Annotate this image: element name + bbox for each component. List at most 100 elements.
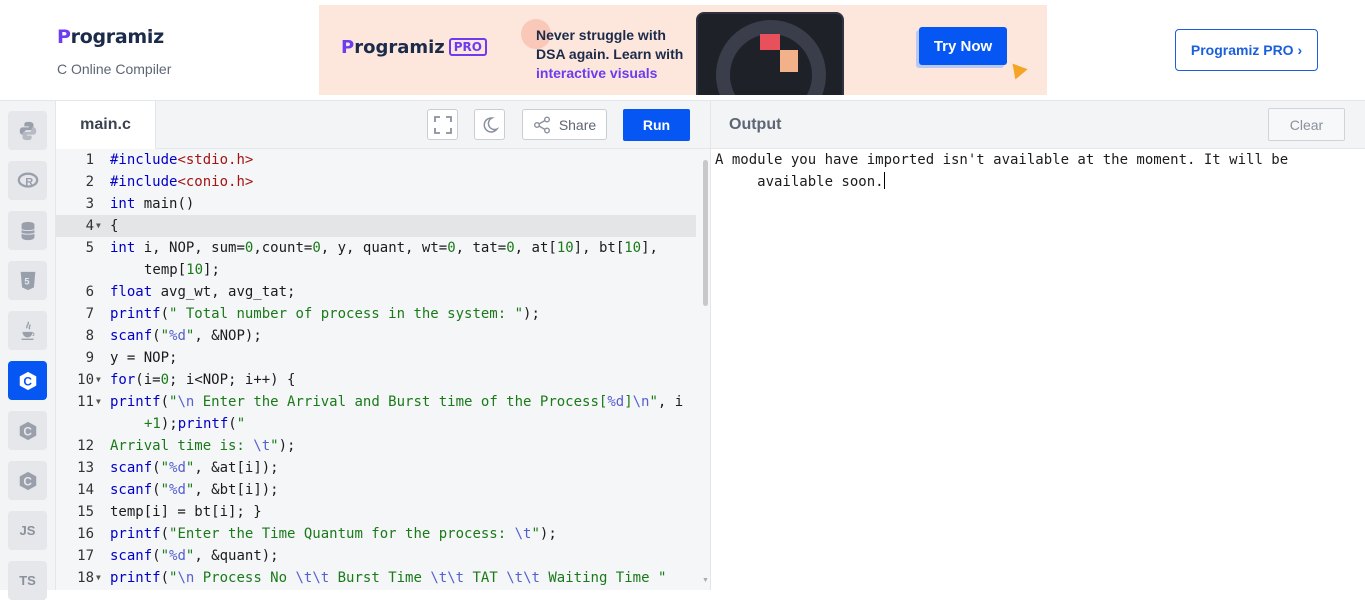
code-line[interactable]: 18 ▼ printf("\n Process No \t\t Burst Time…	[56, 567, 696, 589]
cursor-icon	[1006, 58, 1028, 80]
svg-text:C: C	[23, 374, 32, 388]
line-number: 18	[77, 570, 94, 586]
code-line[interactable]: 10 ▼ for(i=0; i<NOP; i++) {	[56, 369, 696, 391]
fold-arrow-icon[interactable]: ▼	[96, 369, 101, 391]
code-line[interactable]: 13 scanf("%d", &at[i]);	[56, 457, 696, 479]
code-text: int i, NOP, sum=0,count=0, y, quant, wt=…	[110, 240, 658, 256]
output-title: Output	[729, 116, 782, 133]
output-line-2: available soon.	[715, 174, 884, 190]
code-line[interactable]: 11 ▼ printf("\n Enter the Arrival and Burs…	[56, 391, 696, 413]
share-icon	[533, 116, 550, 133]
code-text: temp[i] = bt[i]; }	[110, 504, 262, 520]
theme-toggle-button[interactable]	[474, 109, 505, 140]
banner-line-3: interactive visuals	[536, 65, 658, 81]
cpp-icon[interactable]: C	[8, 411, 47, 450]
code-editor[interactable]: 1 #include<stdio.h> 2 #include<conio.h> 3 int…	[56, 149, 710, 590]
code-line[interactable]: 3 int main()	[56, 193, 696, 215]
logo-text: rogramiz	[70, 26, 164, 48]
java-icon[interactable]	[8, 311, 47, 350]
code-line[interactable]: 9 y = NOP;	[56, 347, 696, 369]
line-number: 17	[77, 548, 94, 564]
code-text: +1);printf("	[144, 416, 246, 432]
fullscreen-button[interactable]	[427, 109, 458, 140]
programiz-pro-button[interactable]: Programiz PRO ›	[1175, 29, 1318, 71]
share-button[interactable]: Share	[522, 109, 607, 140]
line-number: 15	[77, 504, 94, 520]
code-line[interactable]: 1 #include<stdio.h>	[56, 149, 696, 171]
code-text: for(i=0; i<NOP; i++) {	[110, 372, 296, 388]
clear-button[interactable]: Clear	[1268, 108, 1345, 141]
code-line[interactable]: 8 scanf("%d", &NOP);	[56, 325, 696, 347]
code-line[interactable]: 4 ▼ {	[56, 215, 696, 237]
line-number: 7	[85, 306, 94, 322]
code-line[interactable]: 2 #include<conio.h>	[56, 171, 696, 193]
code-text: Arrival time is: \t");	[110, 438, 296, 454]
svg-text:C: C	[23, 474, 32, 488]
code-line-wrap[interactable]: +1);printf("	[56, 413, 696, 435]
share-label: Share	[558, 116, 597, 133]
banner-message: Never struggle with DSA again. Learn wit…	[536, 26, 683, 83]
code-line[interactable]: 12 Arrival time is: \t");	[56, 435, 696, 457]
output-text: A module you have imported isn't availab…	[715, 149, 1315, 193]
dial-segment-peach	[780, 50, 798, 72]
code-text: scanf("%d", &quant);	[110, 548, 279, 564]
moon-icon	[483, 116, 499, 133]
line-number: 10	[77, 372, 94, 388]
programiz-logo[interactable]: Programiz	[57, 26, 164, 48]
promo-banner[interactable]: Programiz PRO Never struggle with DSA aga…	[319, 5, 1047, 95]
code-line[interactable]: 15 temp[i] = bt[i]; }	[56, 501, 696, 523]
line-number: 2	[85, 174, 94, 190]
line-number: 11	[77, 394, 94, 410]
code-text: int main()	[110, 196, 195, 212]
line-number: 3	[85, 196, 94, 212]
code-text: scanf("%d", &NOP);	[110, 328, 262, 344]
code-line[interactable]: 14 scanf("%d", &bt[i]);	[56, 479, 696, 501]
ts-icon[interactable]: TS	[8, 561, 47, 600]
line-number: 4	[85, 218, 94, 234]
fold-arrow-icon[interactable]: ▼	[96, 567, 101, 589]
line-number: 13	[77, 460, 94, 476]
c-icon[interactable]: C	[8, 361, 47, 400]
code-text: printf(" Total number of process in the …	[110, 306, 540, 322]
dial-segment-red	[760, 34, 780, 50]
line-number: 12	[77, 438, 94, 454]
code-line[interactable]: 6 float avg_wt, avg_tat;	[56, 281, 696, 303]
editor-scrollbar[interactable]	[703, 160, 708, 306]
code-text: printf("\n Enter the Arrival and Burst t…	[110, 394, 684, 410]
code-text: printf("Enter the Time Quantum for the p…	[110, 526, 557, 542]
text-cursor	[883, 172, 885, 189]
fold-arrow-icon[interactable]: ▼	[96, 391, 101, 413]
code-text: y = NOP;	[110, 350, 178, 366]
svg-text:5: 5	[24, 276, 29, 286]
code-text: #include<conio.h>	[110, 174, 254, 190]
code-text: scanf("%d", &bt[i]);	[110, 482, 279, 498]
html-icon[interactable]: 5	[8, 261, 47, 300]
banner-pro-badge: PRO	[448, 38, 488, 56]
output-console[interactable]: A module you have imported isn't availab…	[711, 149, 1365, 590]
try-now-button[interactable]: Try Now	[919, 27, 1007, 65]
scroll-down-icon[interactable]: ▼	[702, 577, 709, 584]
code-text: float avg_wt, avg_tat;	[110, 284, 296, 300]
file-tab[interactable]: main.c	[56, 101, 156, 149]
code-line[interactable]: 16 printf("Enter the Time Quantum for the…	[56, 523, 696, 545]
fold-arrow-icon[interactable]: ▼	[96, 215, 101, 237]
code-line[interactable]: 5 int i, NOP, sum=0,count=0, y, quant, wt…	[56, 237, 696, 259]
svg-text:R: R	[25, 176, 33, 188]
editor-toolbar: main.c Share Run	[56, 101, 710, 149]
compiler-subtitle: C Online Compiler	[57, 61, 172, 77]
js-icon[interactable]: JS	[8, 511, 47, 550]
code-line[interactable]: 7 printf(" Total number of process in the…	[56, 303, 696, 325]
r-icon[interactable]: R	[8, 161, 47, 200]
run-button[interactable]: Run	[623, 109, 690, 141]
sql-icon[interactable]	[8, 211, 47, 250]
language-sidebar: R 5 C C C JS TS	[0, 101, 56, 600]
code-text: scanf("%d", &at[i]);	[110, 460, 279, 476]
line-number: 14	[77, 482, 94, 498]
output-toolbar: Output Clear	[711, 101, 1365, 149]
line-number: 8	[85, 328, 94, 344]
csharp-icon[interactable]: C	[8, 461, 47, 500]
python-icon[interactable]	[8, 111, 47, 150]
code-line-wrap[interactable]: temp[10];	[56, 259, 696, 281]
fullscreen-icon	[433, 115, 452, 134]
code-line[interactable]: 17 scanf("%d", &quant);	[56, 545, 696, 567]
